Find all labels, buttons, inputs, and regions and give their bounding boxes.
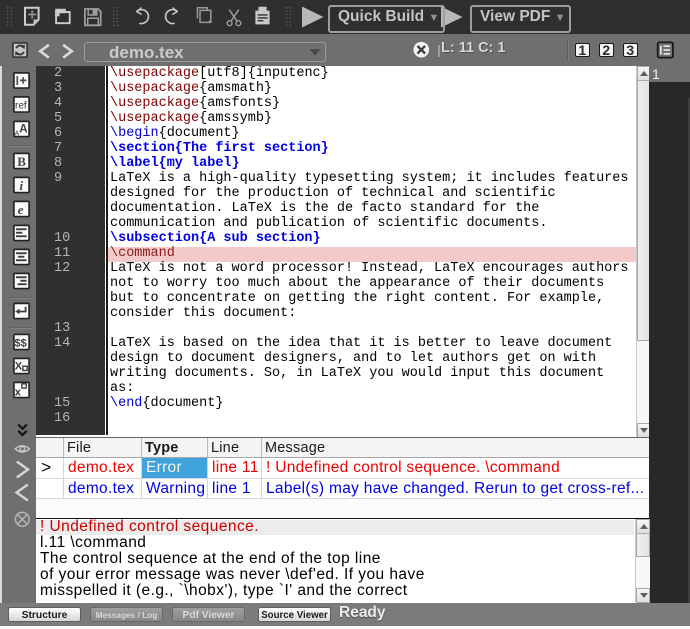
svg-text:B: B	[17, 154, 26, 169]
svg-text:X: X	[15, 361, 23, 373]
svg-text:A: A	[19, 124, 27, 136]
svg-text:$$: $$	[15, 337, 27, 349]
svg-text:ref: ref	[15, 101, 27, 112]
svg-text:x: x	[15, 387, 22, 399]
svg-text:i: i	[20, 178, 24, 193]
svg-text:e: e	[18, 202, 24, 217]
svg-text:A: A	[15, 130, 20, 137]
